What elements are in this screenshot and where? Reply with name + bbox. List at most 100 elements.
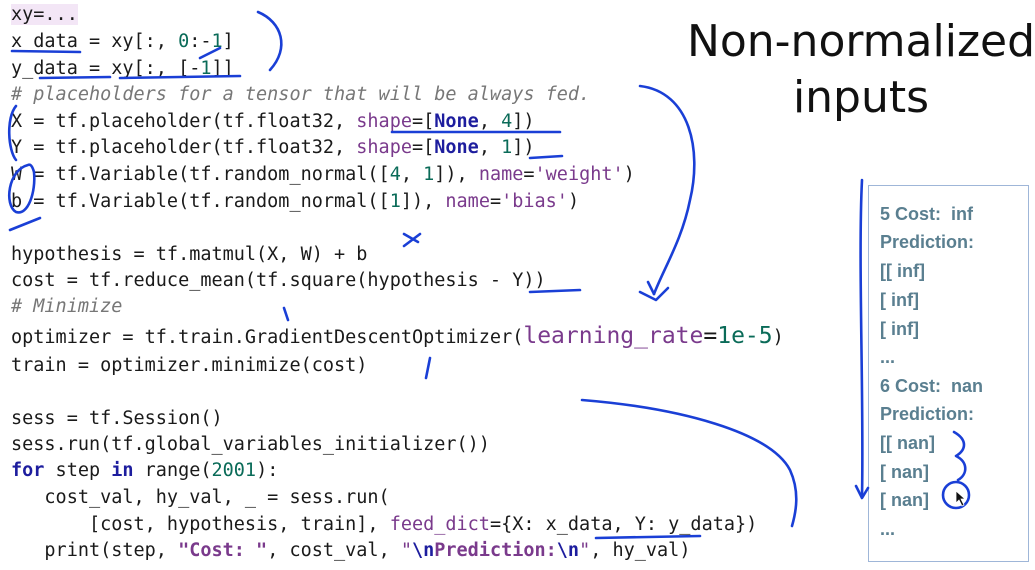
annotation-underline xyxy=(528,154,564,160)
annotation-arrowhead xyxy=(638,280,670,302)
code-kwarg: name xyxy=(445,191,490,212)
code-string: "Cost: " xyxy=(178,540,268,561)
code-text: ]), xyxy=(400,191,446,212)
code-string: " xyxy=(400,540,412,561)
code-line-optimizer: optimizer = tf.train.GradientDescentOpti… xyxy=(11,323,784,349)
code-string: Prediction: xyxy=(434,540,557,561)
code-keyword: None xyxy=(434,137,479,158)
code-line-cost: cost = tf.reduce_mean(tf.square(hypothes… xyxy=(11,270,546,291)
code-text: ) xyxy=(623,164,635,185)
code-escape: \n xyxy=(411,540,435,561)
code-line-init: sess.run(tf.global_variables_initializer… xyxy=(11,434,490,455)
code-text: ={X: x_data, Y: y_data}) xyxy=(489,514,758,535)
code-text: step xyxy=(44,460,112,481)
code-line-8: b = tf.Variable(tf.random_normal([1]), n… xyxy=(11,189,579,215)
code-number: 1e-5 xyxy=(717,323,773,349)
code-number: 0 xyxy=(178,31,190,52)
output-line: [[ nan] xyxy=(880,433,935,453)
code-text: ] xyxy=(222,31,234,52)
code-text: b = tf.Variable(tf.random_normal([ xyxy=(11,191,390,212)
code-text: , cost_val, xyxy=(267,540,401,561)
code-line-3: y_data = xy[:, [-1]] xyxy=(11,56,234,82)
code-line-for: for step in range(2001): xyxy=(11,458,278,484)
code-line-5: X = tf.placeholder(tf.float32, shape=[No… xyxy=(11,109,535,135)
code-keyword: in xyxy=(111,460,134,481)
code-line-train: train = optimizer.minimize(cost) xyxy=(11,355,368,376)
code-line-2: x_data = xy[:, 0:-1] xyxy=(11,29,234,55)
code-text: =[ xyxy=(411,137,435,158)
code-line-1: xy=... xyxy=(11,2,78,28)
code-text: ]) xyxy=(512,111,535,132)
code-text: , hy_val) xyxy=(590,540,691,561)
code-keyword: for xyxy=(11,460,45,481)
code-line-sess-run: cost_val, hy_val, _ = sess.run( xyxy=(11,487,390,508)
title-line-1: Non-normalized xyxy=(686,16,1035,67)
annotation-vertical-arrow xyxy=(859,178,864,498)
annotation-mark xyxy=(424,356,432,380)
code-number: 4 xyxy=(389,164,401,185)
code-text: W = tf.Variable(tf.random_normal([ xyxy=(11,164,390,185)
output-line: 6 Cost: nan xyxy=(880,376,984,396)
code-text: x_data = xy[:, xyxy=(11,31,179,52)
code-number: 4 xyxy=(501,111,513,132)
code-text: Y = tf.placeholder(tf.float32, xyxy=(11,137,357,158)
code-comment-placeholders: # placeholders for a tensor that will be… xyxy=(11,84,591,105)
code-number: 1 xyxy=(423,164,435,185)
code-text: :- xyxy=(189,31,212,52)
learning-rate-arg: learning_rate=1e-5 xyxy=(523,323,772,349)
code-line-print: print(step, "Cost: ", cost_val, "\nPredi… xyxy=(11,538,690,564)
code-text: ]), xyxy=(434,164,479,185)
output-line: Prediction: xyxy=(880,232,975,252)
code-number: 1 xyxy=(501,137,513,158)
output-panel: 5 Cost: inf Prediction: [[ inf] [ inf] [… xyxy=(868,185,1029,562)
code-number: 1 xyxy=(389,191,401,212)
code-text: ) xyxy=(567,191,580,212)
output-line: 5 Cost: inf xyxy=(880,204,973,224)
code-line-6: Y = tf.placeholder(tf.float32, shape=[No… xyxy=(11,135,535,161)
code-text: range( xyxy=(133,460,212,481)
code-line-7: W = tf.Variable(tf.random_normal([4, 1])… xyxy=(11,162,635,188)
code-text: ]] xyxy=(211,58,234,79)
code-string: 'weight' xyxy=(534,164,624,185)
title-line-2: inputs xyxy=(792,72,930,123)
output-line: [ inf] xyxy=(880,290,919,310)
code-text: = xyxy=(489,191,502,212)
code-number: 1 xyxy=(200,58,212,79)
annotation-arrow xyxy=(402,232,422,248)
code-kwarg: shape xyxy=(356,137,412,158)
code-line-session: sess = tf.Session() xyxy=(11,408,223,429)
code-string: 'bias' xyxy=(501,191,568,212)
code-kwarg: name xyxy=(478,164,524,185)
code-kwarg: feed_dict xyxy=(389,514,490,535)
code-text: y_data = xy[:, [- xyxy=(11,58,201,79)
output-line: ... xyxy=(880,519,896,539)
code-block: xy=... x_data = xy[:, 0:-1] y_data = xy[… xyxy=(11,2,784,561)
output-line: [ inf] xyxy=(880,319,919,339)
code-line-hypothesis: hypothesis = tf.matmul(X, W) + b xyxy=(11,244,368,265)
code-text: optimizer = tf.train.GradientDescentOpti… xyxy=(11,327,524,348)
code-text: print(step, xyxy=(11,540,179,561)
output-line: [[ inf] xyxy=(880,261,925,281)
code-keyword: None xyxy=(434,111,479,132)
code-text: , xyxy=(478,137,502,158)
code-line-feed: [cost, hypothesis, train], feed_dict={X:… xyxy=(11,512,757,538)
code-string: " xyxy=(579,540,591,561)
annotation-mark xyxy=(282,306,290,322)
annotation-bracket xyxy=(256,10,283,72)
code-text: , xyxy=(400,164,424,185)
code-text: X = tf.placeholder(tf.float32, xyxy=(11,111,357,132)
code-text: = xyxy=(523,164,535,185)
output-line: ... xyxy=(880,347,896,367)
annotation-arrowhead xyxy=(854,484,870,500)
annotation-curve xyxy=(580,398,798,528)
output-line: [ nan] xyxy=(880,462,929,482)
code-text: ]) xyxy=(512,137,535,158)
code-text: = xyxy=(703,323,718,349)
code-text: =[ xyxy=(411,111,435,132)
code-kwarg: learning_rate xyxy=(523,323,704,349)
code-comment-minimize: # Minimize xyxy=(11,296,123,317)
code-text: ) xyxy=(772,327,784,348)
code-text: ): xyxy=(256,460,279,481)
code-number: 1 xyxy=(211,31,223,52)
code-number: 2001 xyxy=(211,460,257,481)
